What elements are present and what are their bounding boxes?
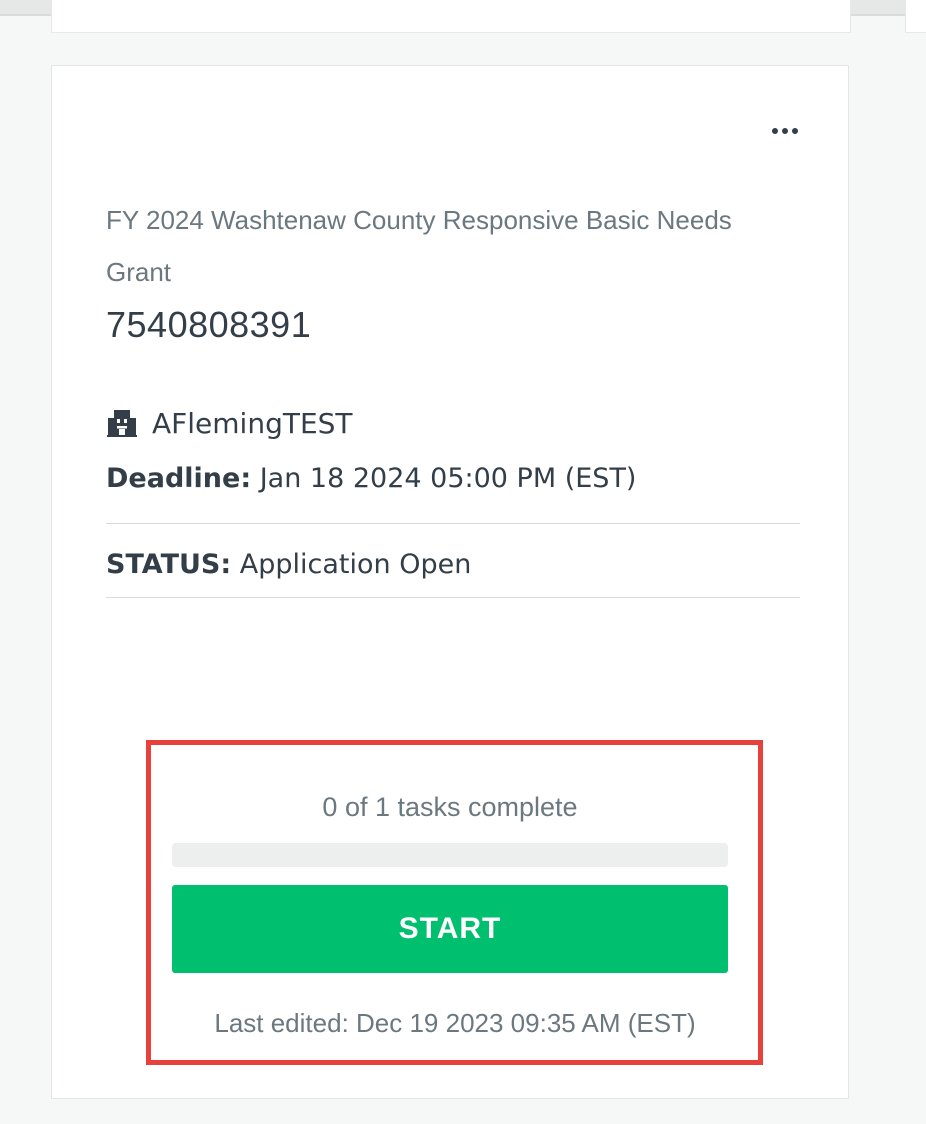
status-row: STATUS: Application Open — [106, 549, 471, 580]
previous-card — [51, 0, 851, 33]
tasks-summary: 0 of 1 tasks complete — [322, 792, 578, 822]
ellipsis-icon — [772, 128, 778, 134]
divider — [106, 597, 800, 598]
status-value: Application Open — [239, 549, 472, 580]
deadline-label: Deadline: — [106, 463, 252, 494]
last-edited: Last edited: Dec 19 2023 09:35 AM (EST) — [214, 1008, 696, 1038]
application-card: FY 2024 Washtenaw County Responsive Basi… — [51, 65, 849, 1099]
divider — [106, 523, 800, 524]
ellipsis-icon — [782, 128, 788, 134]
deadline-value: Jan 18 2024 05:00 PM (EST) — [259, 463, 637, 494]
tasks-progress-bar — [172, 843, 728, 867]
status-label: STATUS: — [106, 549, 232, 580]
ellipsis-icon — [792, 128, 798, 134]
start-button[interactable]: START — [172, 885, 728, 973]
organization-name: AFlemingTEST — [152, 406, 353, 440]
application-number: 7540808391 — [106, 304, 312, 345]
deadline-row: Deadline: Jan 18 2024 05:00 PM (EST) — [106, 463, 636, 494]
program-name: FY 2024 Washtenaw County Responsive Basi… — [106, 205, 732, 287]
building-icon — [107, 410, 137, 437]
adjacent-card — [905, 0, 926, 33]
more-options-button[interactable] — [765, 116, 805, 146]
organization-row: AFlemingTEST — [106, 406, 353, 440]
